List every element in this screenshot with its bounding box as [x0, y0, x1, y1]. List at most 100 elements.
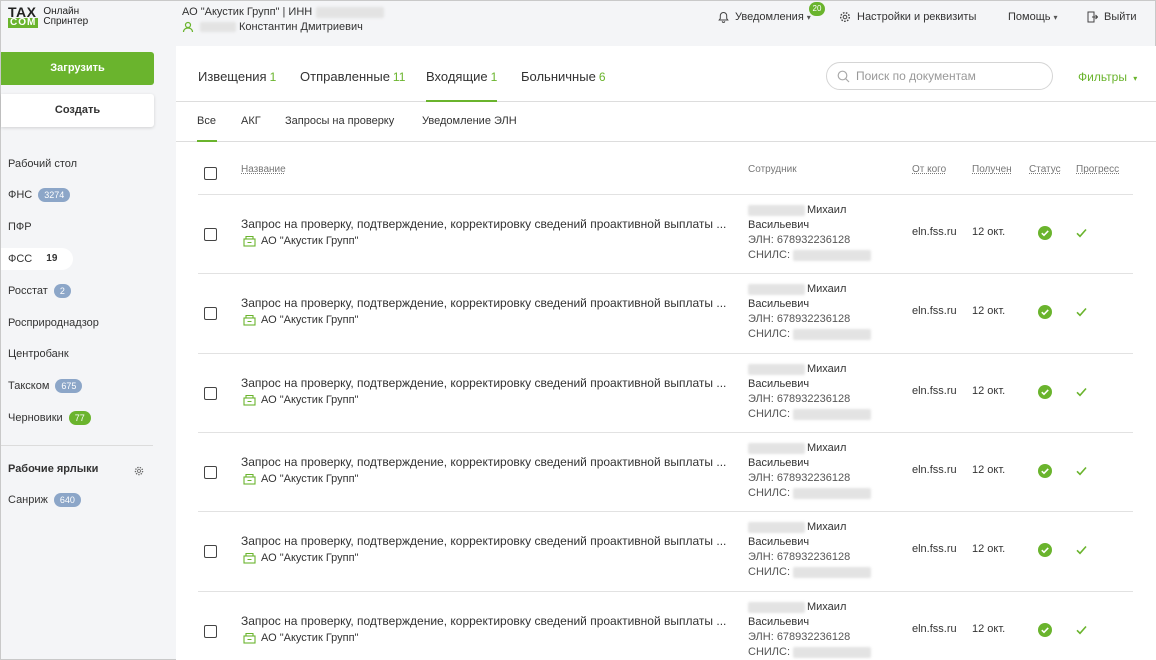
document-org-name: АО "Акустик Групп": [261, 235, 359, 247]
org-block[interactable]: АО "Акустик Групп" | ИНН Константин Дмит…: [182, 5, 385, 34]
employee-cell: Михаил Васильевич ЭЛН: 678932236128 СНИЛС:: [748, 362, 872, 422]
employee-cell: Михаил Васильевич ЭЛН: 678932236128 СНИЛС:: [748, 441, 872, 501]
tab-sick-leave[interactable]: Больничные 6: [521, 69, 606, 102]
sidebar-item-desktop[interactable]: Рабочий стол: [1, 153, 77, 175]
product-name: Онлайн Спринтер: [43, 7, 88, 27]
employee-first-name: Михаил: [807, 601, 847, 613]
received-date-cell: 12 окт.: [972, 464, 1006, 476]
row-checkbox[interactable]: [204, 307, 217, 320]
logo-tax-text: TAX: [8, 3, 37, 20]
table-row[interactable]: Запрос на проверку, подтверждение, корре…: [198, 273, 1133, 352]
help-label: Помощь: [1008, 11, 1051, 23]
tab-label: Извещения: [198, 69, 267, 84]
received-date-cell: 12 окт.: [972, 385, 1006, 397]
column-header-from[interactable]: От кого: [912, 164, 946, 175]
employee-snils-redacted: [793, 487, 872, 499]
subtab-akg[interactable]: АКГ: [241, 115, 261, 142]
help-button[interactable]: Помощь ▾: [1008, 11, 1058, 23]
tab-notices[interactable]: Извещения 1: [198, 69, 276, 102]
employee-first-name: Михаил: [807, 283, 847, 295]
sender-cell: eln.fss.ru: [912, 305, 957, 317]
row-checkbox[interactable]: [204, 387, 217, 400]
tab-incoming[interactable]: Входящие 1: [426, 69, 497, 102]
row-checkbox[interactable]: [204, 228, 217, 241]
document-org-name: АО "Акустик Групп": [261, 394, 359, 406]
progress-check-icon: [1076, 624, 1087, 638]
sender-cell: eln.fss.ru: [912, 385, 957, 397]
employee-first-name: Михаил: [807, 204, 847, 216]
create-button[interactable]: Создать: [1, 94, 154, 127]
column-header-name[interactable]: Название: [241, 164, 286, 175]
notifications-label: Уведомления: [735, 11, 804, 23]
notifications-count-badge: 20: [809, 2, 825, 16]
document-title[interactable]: Запрос на проверку, подтверждение, корре…: [241, 534, 731, 548]
sidebar-item-rosstat[interactable]: Росстат 2: [1, 280, 71, 302]
table-row[interactable]: Запрос на проверку, подтверждение, корре…: [198, 194, 1133, 273]
document-title[interactable]: Запрос на проверку, подтверждение, корре…: [241, 455, 731, 469]
document-title[interactable]: Запрос на проверку, подтверждение, корре…: [241, 614, 731, 628]
sidebar-item-centrobank[interactable]: Центробанк: [1, 343, 69, 365]
top-bar: TAX COM Онлайн Спринтер АО "Акустик Груп…: [1, 1, 1155, 37]
tab-count: 1: [490, 70, 498, 84]
document-subtabs: Все АКГ Запросы на проверку Уведомление …: [176, 102, 1156, 142]
sidebar-item-fss[interactable]: ФСС 19: [1, 248, 74, 270]
sidebar-item-pfr[interactable]: ПФР: [1, 216, 32, 238]
tab-sent[interactable]: Отправленные 11: [300, 69, 405, 102]
row-checkbox[interactable]: [204, 466, 217, 479]
document-org: АО "Акустик Групп": [243, 394, 358, 406]
select-all-checkbox[interactable]: [204, 167, 217, 180]
search-box[interactable]: [826, 62, 1053, 90]
search-input[interactable]: [856, 69, 1036, 83]
employee-patronymic: Васильевич: [748, 536, 810, 548]
chevron-down-icon: ▾: [1053, 12, 1058, 22]
tab-count: 11: [392, 70, 406, 84]
settings-button[interactable]: Настройки и реквизиты: [839, 11, 976, 23]
employee-cell: Михаил Васильевич ЭЛН: 678932236128 СНИЛС:: [748, 203, 872, 263]
sidebar-item-rosprirodnadzor[interactable]: Росприроднадзор: [1, 312, 99, 334]
sidebar-item-drafts[interactable]: Черновики 77: [1, 407, 91, 429]
filters-button[interactable]: Фильтры ▾: [1078, 70, 1137, 84]
column-header-progress[interactable]: Прогресс: [1076, 164, 1119, 175]
taxcom-logo[interactable]: TAX COM Онлайн Спринтер: [8, 3, 118, 28]
sidebar-label-sanrizh[interactable]: Санриж 640: [1, 489, 81, 511]
table-row[interactable]: Запрос на проверку, подтверждение, корре…: [198, 591, 1133, 660]
employee-eln: ЭЛН: 678932236128: [748, 551, 851, 563]
subtab-all[interactable]: Все: [197, 115, 217, 142]
labels-section-title: Рабочие ярлыки: [8, 463, 99, 475]
labels-settings-icon[interactable]: [134, 465, 144, 479]
received-date-cell: 12 окт.: [972, 623, 1006, 635]
document-title[interactable]: Запрос на проверку, подтверждение, корре…: [241, 217, 731, 231]
sidebar: Загрузить Создать Рабочий стол ФНС 3274 …: [1, 37, 161, 660]
notifications-button[interactable]: Уведомления ▾: [718, 11, 811, 23]
column-header-received[interactable]: Получен: [972, 164, 1012, 175]
upload-button[interactable]: Загрузить: [1, 52, 154, 85]
surname-redacted: [200, 22, 236, 32]
status-success-icon: [1038, 623, 1052, 640]
subtab-eln-notices[interactable]: Уведомление ЭЛН: [422, 115, 517, 142]
employee-patronymic: Васильевич: [748, 616, 810, 628]
employee-snils-label: СНИЛС:: [748, 328, 791, 340]
document-title[interactable]: Запрос на проверку, подтверждение, корре…: [241, 376, 731, 390]
sidebar-item-label: Такском: [8, 380, 50, 392]
column-header-status[interactable]: Статус: [1029, 164, 1061, 175]
org-label: АО "Акустик Групп" | ИНН: [182, 6, 313, 18]
subtab-verification-requests[interactable]: Запросы на проверку: [285, 115, 394, 142]
sidebar-item-fns[interactable]: ФНС 3274: [1, 184, 71, 206]
table-row[interactable]: Запрос на проверку, подтверждение, корре…: [198, 353, 1133, 432]
user-name: Константин Дмитриевич: [239, 21, 363, 33]
row-checkbox[interactable]: [204, 545, 217, 558]
bell-icon: [718, 11, 729, 23]
employee-eln: ЭЛН: 678932236128: [748, 472, 851, 484]
row-checkbox[interactable]: [204, 625, 217, 638]
document-org: АО "Акустик Групп": [243, 632, 358, 644]
document-title[interactable]: Запрос на проверку, подтверждение, корре…: [241, 296, 731, 310]
sidebar-item-label: Черновики: [8, 412, 63, 424]
table-row[interactable]: Запрос на проверку, подтверждение, корре…: [198, 432, 1133, 511]
employee-surname-redacted: [748, 521, 805, 533]
sidebar-item-taxcom[interactable]: Такском 675: [1, 375, 83, 397]
table-row[interactable]: Запрос на проверку, подтверждение, корре…: [198, 511, 1133, 590]
table-header: Название Сотрудник От кого Получен Стату…: [176, 142, 1156, 194]
employee-surname-redacted: [748, 283, 805, 295]
logout-button[interactable]: Выйти: [1087, 11, 1137, 23]
column-header-employee: Сотрудник: [748, 164, 797, 175]
